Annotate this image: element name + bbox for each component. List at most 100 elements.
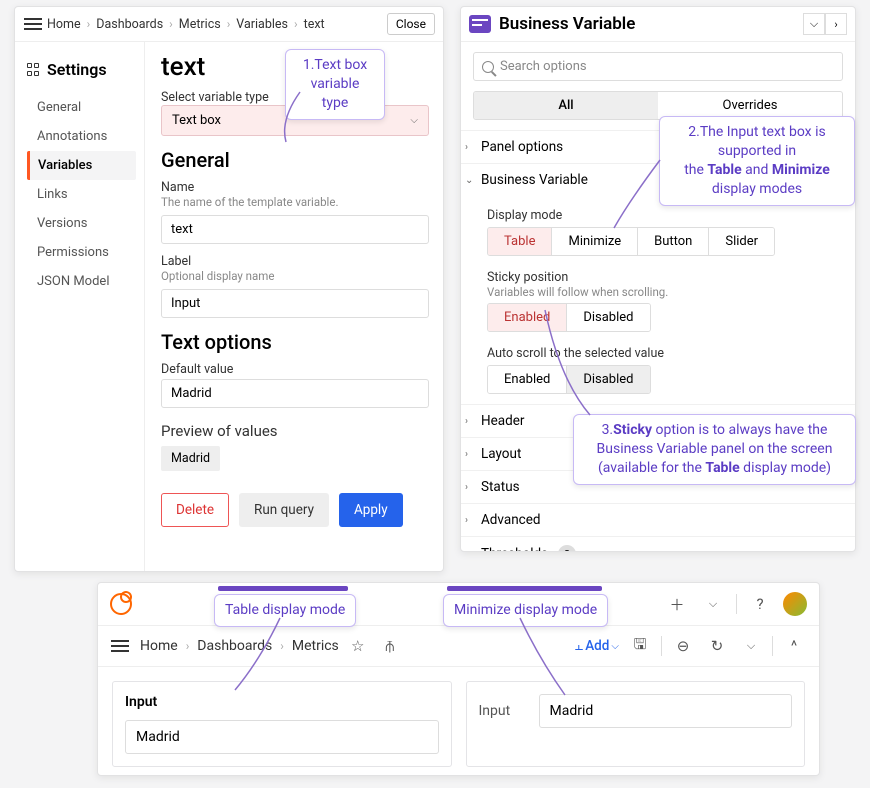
star-icon[interactable]: ☆: [345, 633, 371, 659]
sticky-disabled[interactable]: Disabled: [567, 304, 649, 331]
chevron-right-icon: ›: [280, 639, 284, 653]
autoscroll-segment: Enabled Disabled: [487, 365, 651, 394]
callout-2: 2.The Input text box is supported in the…: [659, 116, 855, 206]
crumb-variables[interactable]: Variables: [236, 17, 288, 32]
default-value-input[interactable]: [161, 379, 429, 408]
section-advanced[interactable]: ›Advanced: [461, 503, 855, 536]
crumb-dashboards[interactable]: Dashboards: [96, 17, 163, 32]
help-icon[interactable]: ?: [747, 591, 773, 617]
crumb-dashboards[interactable]: Dashboards: [197, 638, 272, 654]
chevron-down-icon[interactable]: ⌵: [803, 13, 825, 35]
settings-sidebar: Settings General Annotations Variables L…: [15, 42, 145, 572]
search-options-input[interactable]: Search options: [473, 52, 843, 81]
close-button[interactable]: Close: [387, 13, 435, 35]
variable-input[interactable]: [125, 720, 439, 754]
collapse-icon[interactable]: ^: [781, 633, 807, 659]
settings-heading: Settings: [27, 60, 144, 79]
panel-options-header: Business Variable ⌵ ›: [461, 7, 855, 42]
chevron-down-icon[interactable]: ⌵: [700, 591, 726, 617]
chevron-right-icon: ›: [465, 515, 475, 526]
section-thresholds[interactable]: ›Thresholds3: [461, 536, 855, 552]
section-general: General: [161, 148, 429, 172]
crumb-text[interactable]: text: [304, 17, 325, 32]
callout-1: 1.Text box variable type: [285, 49, 385, 120]
default-value-label: Default value: [161, 362, 429, 377]
thresholds-count: 3: [558, 545, 576, 552]
tab-all[interactable]: All: [474, 92, 658, 119]
display-mode-table[interactable]: Table: [488, 228, 552, 255]
run-query-button[interactable]: Run query: [239, 493, 329, 527]
chevron-down-icon: ⌵: [410, 115, 418, 126]
chevron-down-icon[interactable]: ⌵: [738, 633, 764, 659]
name-label: Name: [161, 180, 429, 195]
label-input[interactable]: [161, 289, 429, 318]
apply-button[interactable]: Apply: [339, 493, 403, 527]
refresh-icon[interactable]: ↻: [704, 633, 730, 659]
chevron-down-icon: ⌄: [465, 175, 475, 186]
name-help: The name of the template variable.: [161, 195, 429, 209]
sidebar-item-annotations[interactable]: Annotations: [27, 122, 144, 151]
sidebar-item-general[interactable]: General: [27, 93, 144, 122]
chevron-right-icon[interactable]: ›: [825, 13, 847, 35]
autoscroll-enabled[interactable]: Enabled: [488, 366, 567, 393]
business-variable-settings: Display mode Table Minimize Button Slide…: [461, 196, 855, 404]
sidebar-item-links[interactable]: Links: [27, 180, 144, 209]
chevron-right-icon: ›: [465, 142, 475, 153]
display-mode-label: Display mode: [487, 208, 851, 223]
sidebar-item-versions[interactable]: Versions: [27, 209, 144, 238]
grafana-logo-icon[interactable]: [110, 593, 132, 615]
name-input[interactable]: [161, 215, 429, 244]
sidebar-item-json-model[interactable]: JSON Model: [27, 267, 144, 296]
save-icon[interactable]: 🖫: [627, 633, 653, 659]
delete-button[interactable]: Delete: [161, 493, 229, 527]
zoom-out-icon[interactable]: ⊖: [670, 633, 696, 659]
autoscroll-disabled[interactable]: Disabled: [567, 366, 649, 393]
chevron-right-icon: ›: [186, 639, 190, 653]
preview-label: Preview of values: [161, 422, 429, 440]
hamburger-icon[interactable]: [110, 636, 130, 656]
preview-chip: Madrid: [161, 446, 220, 471]
variable-editor-form: text Select variable type Text box⌵ Gene…: [145, 42, 443, 572]
business-variable-icon: [469, 15, 491, 33]
panel-title: Business Variable: [499, 14, 635, 34]
chevron-right-icon: ›: [294, 17, 298, 31]
share-icon[interactable]: ⫚: [377, 633, 403, 659]
minimize-mode-card: Input: [466, 681, 806, 767]
settings-grid-icon: [27, 63, 41, 77]
plus-icon[interactable]: ＋: [664, 591, 690, 617]
hamburger-icon[interactable]: [23, 14, 43, 34]
crumb-home[interactable]: Home: [47, 17, 81, 32]
sticky-enabled[interactable]: Enabled: [488, 304, 567, 331]
display-mode-segment: Table Minimize Button Slider: [487, 227, 775, 256]
display-mode-minimize[interactable]: Minimize: [552, 228, 638, 255]
table-mode-card: Input: [112, 681, 452, 767]
autoscroll-label: Auto scroll to the selected value: [487, 346, 851, 361]
card-title: Input: [125, 694, 439, 710]
crumb-metrics[interactable]: Metrics: [292, 638, 339, 654]
add-button[interactable]: ⫠Add⌵: [575, 638, 619, 654]
avatar[interactable]: [783, 592, 807, 616]
variable-input[interactable]: [539, 694, 793, 728]
section-text-options: Text options: [161, 330, 429, 354]
chevron-right-icon: ›: [169, 17, 173, 31]
chevron-right-icon: ›: [87, 17, 91, 31]
crumb-metrics[interactable]: Metrics: [179, 17, 221, 32]
variable-label: Input: [479, 703, 529, 719]
divider: [736, 594, 737, 614]
editor-topbar: Home› Dashboards› Metrics› Variables› te…: [15, 7, 443, 42]
display-mode-button[interactable]: Button: [638, 228, 709, 255]
chevron-right-icon: ›: [465, 549, 475, 553]
dashboard-toolbar: Home› Dashboards› Metrics ☆ ⫚ ⫠Add⌵ 🖫 ⊖ …: [98, 626, 819, 667]
crumb-home[interactable]: Home: [140, 638, 178, 654]
callout-table-mode: Table display mode: [214, 594, 356, 627]
sticky-label: Sticky position: [487, 270, 851, 285]
chevron-right-icon: ›: [465, 449, 475, 460]
sidebar-item-variables[interactable]: Variables: [27, 151, 136, 180]
display-mode-slider[interactable]: Slider: [709, 228, 774, 255]
callout-minimize-mode: Minimize display mode: [443, 594, 608, 627]
chevron-right-icon: ›: [465, 482, 475, 493]
sticky-help: Variables will follow when scrolling.: [487, 285, 851, 299]
label-help: Optional display name: [161, 269, 429, 283]
sidebar-item-permissions[interactable]: Permissions: [27, 238, 144, 267]
tab-overrides[interactable]: Overrides: [658, 92, 842, 119]
